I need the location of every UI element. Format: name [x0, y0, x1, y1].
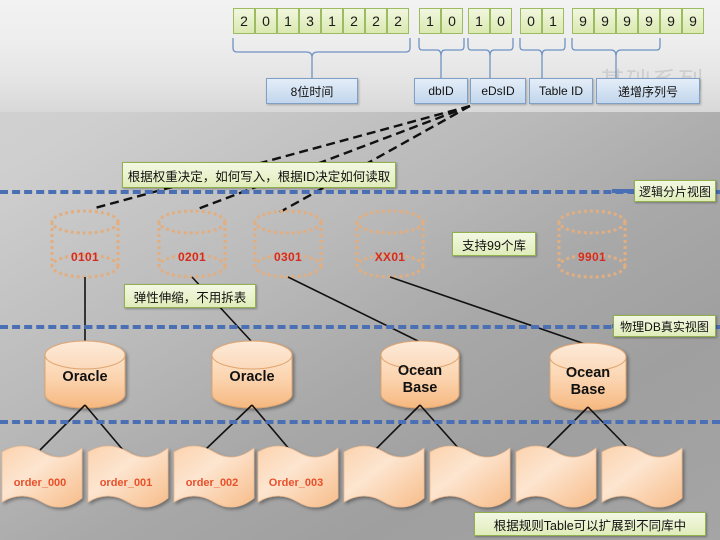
physical-db-label-2-line1: Ocean [397, 363, 443, 379]
logical-shard-label-0: 0101 [71, 250, 99, 264]
diagram-canvas: 基础系列 [0, 0, 720, 540]
digit-cell-time-2: 1 [277, 8, 299, 34]
digit-cell-time-4: 1 [321, 8, 343, 34]
digit-cell-seq-3: 9 [638, 8, 660, 34]
physical-db-2[interactable]: Ocean Base [378, 355, 462, 423]
label-box-tableid[interactable]: Table ID [529, 78, 593, 104]
digit-cell-seq-5: 9 [682, 8, 704, 34]
layer-label-logical[interactable]: 逻辑分片视图 [634, 180, 716, 202]
layer-label-physical[interactable]: 物理DB真实视图 [613, 315, 716, 337]
digit-cell-dbid-1: 0 [441, 8, 463, 34]
physical-db-0[interactable]: Oracle [43, 355, 127, 423]
digit-cell-edsid-0: 1 [468, 8, 490, 34]
table-shape-3[interactable]: Order_003 [254, 435, 338, 519]
brace-group [232, 38, 661, 58]
digit-cell-seq-4: 9 [660, 8, 682, 34]
physical-db-label-1: Oracle [229, 369, 275, 385]
table-label-1: order_001 [99, 477, 153, 489]
digit-cell-time-5: 2 [343, 8, 365, 34]
divider-physical [0, 325, 720, 329]
digit-cell-seq-1: 9 [594, 8, 616, 34]
digit-cell-edsid-1: 0 [490, 8, 512, 34]
table-label-2: order_002 [185, 477, 239, 489]
logical-shard-0[interactable]: 0101 [49, 212, 121, 284]
logical-shard-4[interactable]: 9901 [556, 212, 628, 284]
physical-db-1[interactable]: Oracle [210, 355, 294, 423]
digit-cell-tableid-0: 0 [520, 8, 542, 34]
digit-cell-seq-0: 9 [572, 8, 594, 34]
digit-cell-time-6: 2 [365, 8, 387, 34]
note-routing[interactable]: 根据权重决定，如何写入，根据ID决定如何读取 [122, 162, 396, 188]
brace-stem-group [311, 56, 617, 78]
logical-shard-label-3: XX01 [374, 250, 406, 264]
table-shape-5[interactable] [426, 435, 510, 519]
digit-cell-time-3: 3 [299, 8, 321, 34]
label-box-edsid[interactable]: eDsID [470, 78, 526, 104]
table-label-0: order_000 [13, 477, 67, 489]
divider-logical [0, 190, 720, 194]
logical-shard-cylinders [50, 209, 627, 279]
digit-cell-time-1: 0 [255, 8, 277, 34]
table-shape-1[interactable]: order_001 [84, 435, 168, 519]
table-shape-4[interactable] [340, 435, 424, 519]
logical-shard-label-4: 9901 [578, 250, 606, 264]
logical-shard-3[interactable]: XX01 [354, 212, 426, 284]
physical-db-label-3-line1: Ocean [565, 365, 611, 381]
label-box-sequence[interactable]: 递增序列号 [596, 78, 700, 104]
digit-cell-dbid-0: 1 [419, 8, 441, 34]
logical-shard-1[interactable]: 0201 [156, 212, 228, 284]
logical-shard-label-2: 0301 [274, 250, 302, 264]
table-shape-0[interactable]: order_000 [0, 435, 82, 519]
digit-cell-tableid-1: 1 [542, 8, 564, 34]
physical-db-label-2-line2: Base [402, 380, 438, 396]
note-elastic[interactable]: 弹性伸缩，不用拆表 [124, 284, 256, 308]
table-shape-7[interactable] [598, 435, 682, 519]
physical-db-label-0: Oracle [62, 369, 108, 385]
digit-cell-time-7: 2 [387, 8, 409, 34]
table-shape-6[interactable] [512, 435, 596, 519]
physical-db-3[interactable]: Ocean Base [546, 357, 630, 425]
physical-db-cylinders [44, 340, 627, 411]
digit-cell-time-0: 2 [233, 8, 255, 34]
note-capacity[interactable]: 支持99个库 [452, 232, 536, 256]
table-label-3: Order_003 [268, 477, 324, 489]
digit-cell-seq-2: 9 [616, 8, 638, 34]
table-shape-2[interactable]: order_002 [170, 435, 254, 519]
label-box-dbid[interactable]: dbID [414, 78, 468, 104]
logical-shard-label-1: 0201 [178, 250, 206, 264]
edsid-routing-pointers [94, 104, 471, 214]
physical-db-label-3-line2: Base [570, 382, 606, 398]
logical-shard-2[interactable]: 0301 [252, 212, 324, 284]
label-box-time[interactable]: 8位时间 [266, 78, 358, 104]
